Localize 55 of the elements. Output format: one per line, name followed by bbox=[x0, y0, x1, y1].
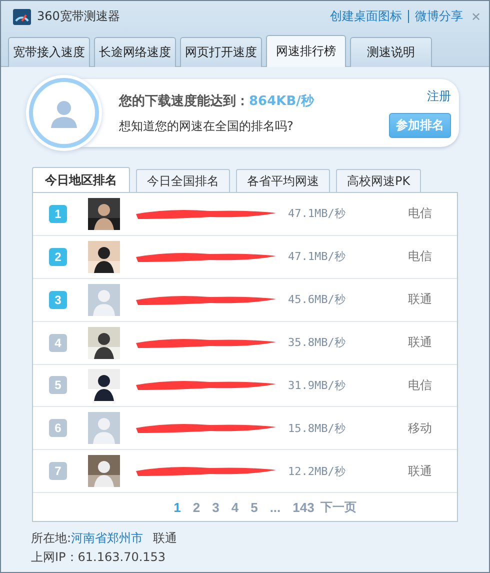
page-link[interactable]: 5 bbox=[250, 500, 258, 515]
window-title: 360宽带测速器 bbox=[37, 8, 120, 25]
ranking-tab[interactable]: 今日地区排名 bbox=[32, 167, 130, 193]
rank-badge: 1 bbox=[49, 204, 67, 223]
speed-label: 您的下载速度能达到： bbox=[119, 92, 249, 110]
ip-address: 上网IP：61.163.70.153 bbox=[31, 549, 167, 566]
join-ranking-button[interactable]: 参加排名 bbox=[389, 113, 451, 138]
location-link[interactable]: 河南省郑州市 bbox=[71, 530, 144, 547]
header-link[interactable]: 创建桌面图标 bbox=[330, 8, 402, 25]
page-link[interactable]: 4 bbox=[231, 500, 239, 515]
page-link[interactable]: 1 bbox=[174, 500, 181, 515]
speed-value: 35.8MB/秒 bbox=[288, 335, 346, 350]
isp-label: 电信 bbox=[408, 376, 432, 394]
download-speed: 864KB/秒 bbox=[249, 92, 314, 110]
ranking-question: 想知道您的网速在全国的排名吗? bbox=[119, 118, 294, 134]
default-avatar-icon bbox=[88, 412, 120, 444]
page-link[interactable]: 3 bbox=[212, 500, 220, 515]
ranking-tab[interactable]: 高校网速PK bbox=[336, 169, 422, 193]
speed-value: 47.1MB/秒 bbox=[288, 249, 346, 264]
app-logo-icon bbox=[13, 8, 31, 24]
location-label: 所在地: bbox=[31, 530, 72, 547]
tab[interactable]: 宽带接入速度 bbox=[8, 37, 90, 67]
speed-value: 31.9MB/秒 bbox=[288, 378, 346, 393]
isp-label: 联通 bbox=[408, 462, 432, 480]
page-link[interactable]: 143 bbox=[292, 500, 314, 515]
ranking-tab[interactable]: 各省平均网速 bbox=[236, 169, 330, 193]
tab[interactable]: 网速排行榜 bbox=[266, 35, 346, 67]
speed-value: 15.8MB/秒 bbox=[288, 420, 346, 436]
speed-value: 47.1MB/秒 bbox=[288, 206, 346, 222]
isp-label: 电信 bbox=[408, 205, 432, 222]
user-silhouette-icon bbox=[49, 98, 79, 128]
rank-badge: 6 bbox=[49, 419, 67, 438]
isp-label: 移动 bbox=[408, 420, 432, 437]
page-ellipsis: ... bbox=[270, 500, 281, 515]
tab[interactable]: 长途网络速度 bbox=[94, 37, 176, 67]
isp-label: 电信 bbox=[408, 248, 432, 266]
page-link[interactable]: 2 bbox=[192, 500, 200, 515]
speed-value: 12.2MB/秒 bbox=[288, 464, 346, 479]
isp-label: 联通 bbox=[408, 334, 432, 352]
next-page-link[interactable]: 下一页 bbox=[320, 498, 356, 516]
rank-badge: 3 bbox=[49, 290, 67, 309]
rank-badge: 4 bbox=[49, 334, 67, 352]
tab[interactable]: 测速说明 bbox=[350, 37, 432, 67]
rank-badge: 2 bbox=[49, 248, 67, 266]
default-avatar-icon bbox=[88, 284, 120, 316]
tab[interactable]: 网页打开速度 bbox=[180, 37, 262, 67]
rank-badge: 5 bbox=[49, 376, 67, 394]
register-link[interactable]: 注册 bbox=[427, 88, 451, 105]
ranking-tab[interactable]: 今日全国排名 bbox=[136, 169, 230, 193]
isp-label: 联通 bbox=[408, 291, 432, 308]
rank-badge: 7 bbox=[49, 462, 67, 480]
isp-label: 联通 bbox=[153, 530, 178, 547]
close-button[interactable]: ✕ bbox=[470, 10, 481, 24]
header-link[interactable]: 微博分享 bbox=[414, 8, 463, 25]
speed-value: 45.6MB/秒 bbox=[288, 292, 346, 308]
